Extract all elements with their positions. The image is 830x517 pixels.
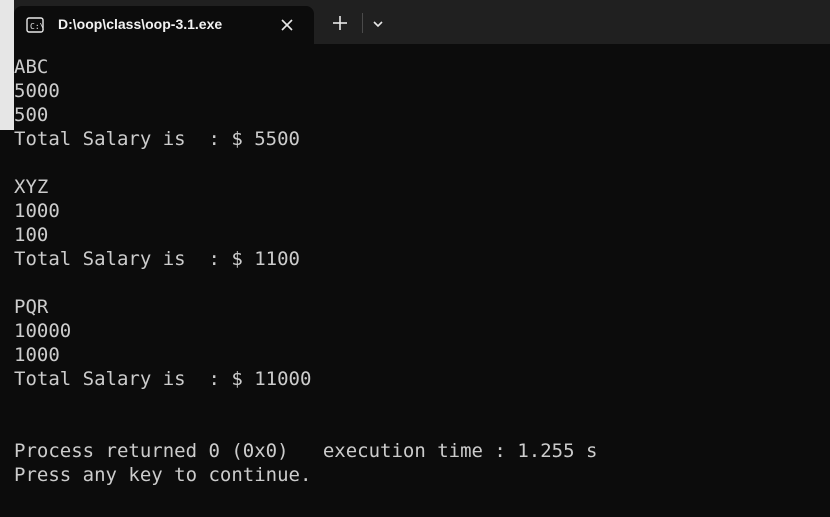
tab-bar: C:\ D:\oop\class\oop-3.1.exe — [0, 0, 830, 130]
console-line: Total Salary is : $ 1100 — [14, 248, 300, 270]
console-line: ABC — [14, 56, 49, 78]
console-line: 500 — [14, 104, 49, 126]
console-line: 10000 — [14, 320, 72, 342]
console-icon: C:\ — [26, 16, 45, 34]
tab-active[interactable]: C:\ D:\oop\class\oop-3.1.exe — [14, 6, 314, 44]
tab-divider — [362, 13, 363, 33]
background-window-strip — [0, 0, 14, 130]
tab-title: D:\oop\class\oop-3.1.exe — [58, 16, 223, 32]
console-line: PQR — [14, 296, 49, 318]
close-icon[interactable] — [278, 16, 296, 34]
plus-icon[interactable] — [330, 13, 350, 33]
console-line: 5000 — [14, 80, 60, 102]
console-line: 1000 — [14, 200, 60, 222]
console-line: XYZ — [14, 176, 49, 198]
console-line: 100 — [14, 224, 49, 246]
svg-text:C:\: C:\ — [30, 22, 44, 31]
console-line: Total Salary is : $ 11000 — [14, 368, 312, 390]
console-line: Process returned 0 (0x0) execution time … — [14, 440, 598, 462]
terminal-window: C:\ D:\oop\class\oop-3.1.exe ABC 5000 50… — [0, 0, 830, 517]
console-line: Total Salary is : $ 5500 — [14, 128, 300, 150]
chevron-down-icon[interactable] — [370, 16, 386, 32]
console-output[interactable]: ABC 5000 500 Total Salary is : $ 5500 XY… — [14, 55, 824, 487]
console-line: Press any key to continue. — [14, 464, 312, 486]
console-line: 1000 — [14, 344, 60, 366]
